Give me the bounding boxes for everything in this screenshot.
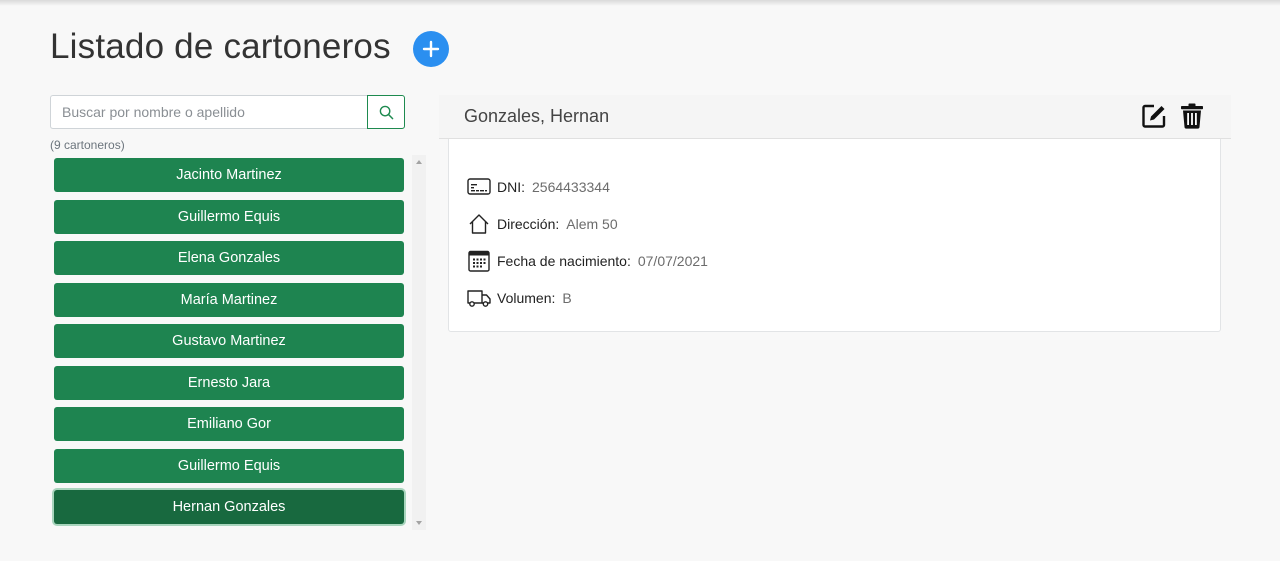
- scroll-up-arrow[interactable]: [416, 160, 422, 164]
- direccion-value: Alem 50: [566, 215, 618, 232]
- list-item[interactable]: Emiliano Gor: [54, 407, 404, 441]
- calendar-icon: [467, 249, 491, 273]
- cartoneros-count: (9 cartoneros): [50, 138, 125, 152]
- dni-label: DNI:: [497, 178, 525, 195]
- list-item[interactable]: Guillermo Equis: [54, 199, 404, 234]
- volumen-label: Volumen:: [497, 289, 556, 306]
- top-shadow: [0, 0, 1280, 6]
- add-cartonero-button[interactable]: [412, 31, 449, 67]
- edit-icon: [1142, 104, 1166, 128]
- detail-row-volumen: Volumen: B: [467, 279, 708, 316]
- list-item[interactable]: Gustavo Martinez: [54, 324, 404, 358]
- search-button[interactable]: [367, 95, 405, 129]
- search-icon: [379, 105, 393, 119]
- detail-row-dni: DNI: 2564433344: [467, 168, 708, 205]
- list-item[interactable]: María Martinez: [54, 282, 404, 317]
- list-item[interactable]: Elena Gonzales: [54, 241, 404, 275]
- cartoneros-list: Jacinto Martinez Guillermo Equis Elena Gon…: [50, 155, 426, 530]
- detail-name: Gonzales, Hernan: [464, 106, 610, 126]
- plus-circle-icon: [422, 40, 440, 58]
- page-header: Listado de cartoneros: [50, 24, 449, 70]
- detail-row-direccion: Dirección: Alem 50: [467, 205, 708, 242]
- trash-icon: [1181, 103, 1203, 129]
- detail-actions: [1141, 103, 1205, 129]
- list-item[interactable]: Jacinto Martinez: [54, 158, 404, 192]
- id-card-icon: [467, 175, 491, 199]
- detail-card: Gonzales, Hernan DNI: 2564433344 Direcci…: [439, 95, 1231, 332]
- house-icon: [467, 212, 491, 236]
- list-item[interactable]: Ernesto Jara: [54, 365, 404, 400]
- detail-header: Gonzales, Hernan: [439, 95, 1231, 139]
- list-item[interactable]: Hernan Gonzales: [54, 490, 404, 524]
- detail-body: DNI: 2564433344 Dirección: Alem 50 Fecha…: [467, 168, 708, 316]
- list-scrollbar[interactable]: [412, 155, 426, 530]
- direccion-label: Dirección:: [497, 215, 560, 232]
- search-bar: [50, 95, 405, 129]
- page-title: Listado de cartoneros: [50, 27, 391, 66]
- search-input[interactable]: [50, 95, 367, 129]
- detail-row-fecha: Fecha de nacimiento: 07/07/2021: [467, 242, 708, 279]
- truck-icon: [467, 286, 491, 310]
- scroll-down-arrow[interactable]: [416, 521, 422, 525]
- edit-button[interactable]: [1141, 103, 1167, 129]
- volumen-value: B: [562, 289, 572, 306]
- fecha-value: 07/07/2021: [637, 252, 708, 269]
- delete-button[interactable]: [1179, 103, 1205, 129]
- fecha-label: Fecha de nacimiento:: [497, 252, 631, 269]
- dni-value: 2564433344: [532, 178, 610, 195]
- list-item[interactable]: Guillermo Equis: [54, 448, 404, 483]
- scroll-thumb[interactable]: [415, 168, 423, 520]
